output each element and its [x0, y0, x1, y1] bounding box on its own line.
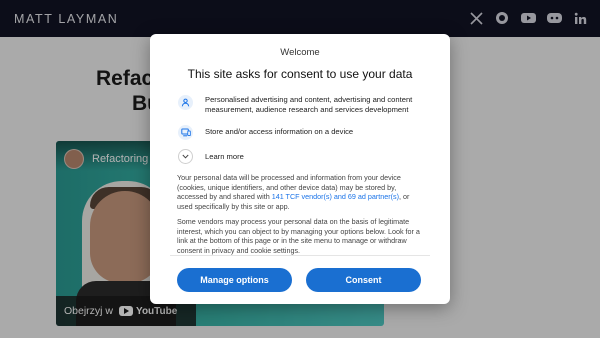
consent-button[interactable]: Consent [306, 268, 421, 292]
vendors-link[interactable]: 141 TCF vendor(s) and 69 ad partner(s) [272, 192, 399, 201]
device-icon [178, 125, 193, 140]
purpose-text: Store and/or access information on a dev… [205, 127, 354, 136]
manage-options-button[interactable]: Manage options [177, 268, 292, 292]
dialog-divider [170, 255, 430, 256]
purpose-device-storage: Store and/or access information on a dev… [178, 125, 427, 140]
purpose-personalised-ads: Personalised advertising and content, ad… [178, 95, 427, 115]
learn-more-toggle[interactable]: Learn more [178, 149, 244, 164]
chevron-down-icon[interactable] [178, 149, 193, 164]
person-icon [178, 95, 193, 110]
purpose-text: Personalised advertising and content, ad… [205, 95, 413, 114]
data-processing-paragraph: Your personal data will be processed and… [177, 173, 423, 211]
dialog-title: This site asks for consent to use your d… [187, 67, 413, 81]
learn-more-label[interactable]: Learn more [205, 152, 244, 161]
dialog-welcome: Welcome [280, 47, 320, 58]
consent-dialog: Welcome This site asks for consent to us… [150, 34, 450, 304]
legitimate-interest-paragraph: Some vendors may process your personal d… [177, 217, 420, 255]
